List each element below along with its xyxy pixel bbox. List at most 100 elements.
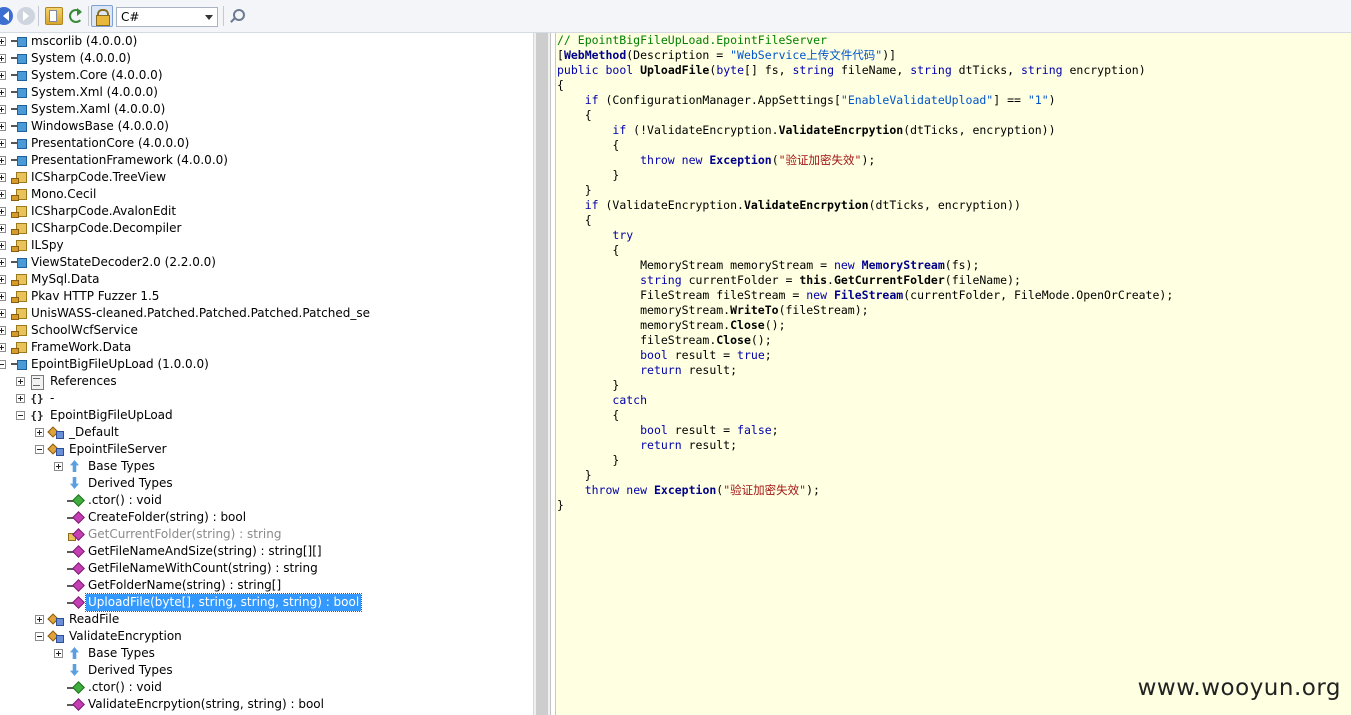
- tree-item[interactable]: Derived Types: [0, 475, 533, 492]
- code-token: MemoryStream: [861, 258, 945, 272]
- tree-item[interactable]: .ctor() : void: [0, 492, 533, 509]
- code-line: {: [557, 138, 619, 153]
- tree-item[interactable]: GetCurrentFolder(string) : string: [0, 526, 533, 543]
- expand-icon[interactable]: [0, 37, 6, 46]
- tree-item[interactable]: Derived Types: [0, 662, 533, 679]
- expand-icon[interactable]: [0, 343, 6, 352]
- reload-icon[interactable]: [67, 7, 85, 25]
- expand-icon[interactable]: [16, 394, 25, 403]
- tree-item[interactable]: ReadFile: [0, 611, 533, 628]
- expand-icon[interactable]: [0, 122, 6, 131]
- expand-icon[interactable]: [0, 207, 6, 216]
- code-token: MemoryStream memoryStream =: [557, 258, 834, 272]
- tree-item[interactable]: System.Xaml (4.0.0.0): [0, 101, 533, 118]
- tree-item[interactable]: GetFileNameAndSize(string) : string[][]: [0, 543, 533, 560]
- expand-icon[interactable]: [0, 71, 6, 80]
- tree-item[interactable]: UploadFile(byte[], string, string, strin…: [0, 593, 533, 612]
- derived-types-icon: [67, 663, 83, 678]
- expand-icon[interactable]: [0, 105, 6, 114]
- tree-item[interactable]: .ctor() : void: [0, 679, 533, 696]
- tree-item[interactable]: References: [0, 373, 533, 390]
- tree-item[interactable]: mscorlib (4.0.0.0): [0, 33, 533, 50]
- tree-item[interactable]: Base Types: [0, 645, 533, 662]
- expand-icon[interactable]: [16, 377, 25, 386]
- code-token: ;: [771, 423, 779, 437]
- tree-item[interactable]: Pkav HTTP Fuzzer 1.5: [0, 288, 533, 305]
- expand-icon[interactable]: [0, 275, 6, 284]
- collapse-icon[interactable]: [35, 632, 44, 641]
- code-token: try: [612, 228, 634, 242]
- tree-item[interactable]: System.Xml (4.0.0.0): [0, 84, 533, 101]
- tree-item[interactable]: ValidateEncryption: [0, 628, 533, 645]
- tree-item[interactable]: System.Core (4.0.0.0): [0, 67, 533, 84]
- tree-item[interactable]: ViewStateDecoder2.0 (2.2.0.0): [0, 254, 533, 271]
- code-token: result =: [667, 348, 738, 362]
- collapse-icon[interactable]: [35, 445, 44, 454]
- collapse-icon[interactable]: [0, 360, 6, 369]
- tree-item[interactable]: GetFileNameWithCount(string) : string: [0, 560, 533, 577]
- tree-item[interactable]: {} -: [0, 390, 533, 407]
- expand-icon[interactable]: [0, 54, 6, 63]
- expand-icon[interactable]: [54, 462, 63, 471]
- tree-item[interactable]: _Default: [0, 424, 533, 441]
- language-select[interactable]: C#: [116, 7, 218, 27]
- expand-icon[interactable]: [0, 173, 6, 182]
- tree-item[interactable]: ICSharpCode.AvalonEdit: [0, 203, 533, 220]
- expand-icon[interactable]: [0, 88, 6, 97]
- tree-item[interactable]: {} EpointBigFileUpLoad: [0, 407, 533, 424]
- tree-item[interactable]: System (4.0.0.0): [0, 50, 533, 67]
- expand-icon[interactable]: [0, 326, 6, 335]
- tree-item[interactable]: MySql.Data: [0, 271, 533, 288]
- expand-icon[interactable]: [0, 156, 6, 165]
- open-file-icon[interactable]: [45, 7, 63, 25]
- expand-icon[interactable]: [0, 139, 6, 148]
- code-token: }: [557, 168, 620, 182]
- expand-icon[interactable]: [0, 241, 6, 250]
- code-line: return result;: [557, 363, 737, 378]
- tree-item[interactable]: ICSharpCode.Decompiler: [0, 220, 533, 237]
- back-icon[interactable]: [0, 7, 13, 25]
- expand-icon[interactable]: [0, 224, 6, 233]
- tree-item-label: GetFolderName(string) : string[]: [88, 578, 282, 592]
- assembly-key-icon: [10, 187, 27, 202]
- expand-icon[interactable]: [0, 309, 6, 318]
- code-token: (ConfigurationManager.AppSettings[: [598, 93, 841, 107]
- tree-item[interactable]: PresentationCore (4.0.0.0): [0, 135, 533, 152]
- tree-item[interactable]: Mono.Cecil: [0, 186, 533, 203]
- expand-icon[interactable]: [54, 649, 63, 658]
- assembly-tree[interactable]: mscorlib (4.0.0.0) System (4.0.0.0) System…: [0, 33, 533, 715]
- tree-item[interactable]: ICSharpCode.TreeView: [0, 169, 533, 186]
- tree-item-label: ReadFile: [69, 612, 120, 626]
- pane-splitter[interactable]: [533, 33, 551, 715]
- tree-item[interactable]: Base Types: [0, 458, 533, 475]
- tree-item[interactable]: EpointBigFileUpLoad (1.0.0.0): [0, 356, 533, 373]
- code-line: MemoryStream memoryStream = new MemorySt…: [557, 258, 979, 273]
- tree-item[interactable]: GetFolderName(string) : string[]: [0, 577, 533, 594]
- tree-item[interactable]: SchoolWcfService: [0, 322, 533, 339]
- scrollbar-thumb[interactable]: [536, 33, 548, 715]
- tree-item[interactable]: ValidateEncrpytion(string, string) : boo…: [0, 696, 533, 713]
- language-select-value: C#: [121, 10, 140, 24]
- code-line: bool result = false;: [557, 423, 779, 438]
- expand-icon[interactable]: [0, 190, 6, 199]
- tree-item[interactable]: ILSpy: [0, 237, 533, 254]
- expand-icon[interactable]: [35, 615, 44, 624]
- code-token: WriteTo: [730, 303, 779, 317]
- expand-icon[interactable]: [35, 428, 44, 437]
- expand-icon[interactable]: [0, 258, 6, 267]
- search-icon[interactable]: [228, 7, 246, 25]
- tree-item[interactable]: EpointFileServer: [0, 441, 533, 458]
- tree-item[interactable]: UnisWASS-cleaned.Patched.Patched.Patched…: [0, 305, 533, 322]
- tree-item-label: GetFileNameWithCount(string) : string: [88, 561, 318, 575]
- tree-item[interactable]: PresentationFramework (4.0.0.0): [0, 152, 533, 169]
- forward-icon[interactable]: [17, 7, 35, 25]
- tree-item[interactable]: FrameWork.Data: [0, 339, 533, 356]
- decompiled-code-view[interactable]: } throw new Exception("验证加密失效"); } } ret…: [555, 33, 1351, 715]
- expand-icon[interactable]: [0, 292, 6, 301]
- tree-item[interactable]: WindowsBase (4.0.0.0): [0, 118, 533, 135]
- show-internal-api-icon[interactable]: [91, 5, 113, 27]
- collapse-icon[interactable]: [16, 411, 25, 420]
- tree-item[interactable]: CreateFolder(string) : bool: [0, 509, 533, 526]
- code-token: }: [557, 468, 592, 482]
